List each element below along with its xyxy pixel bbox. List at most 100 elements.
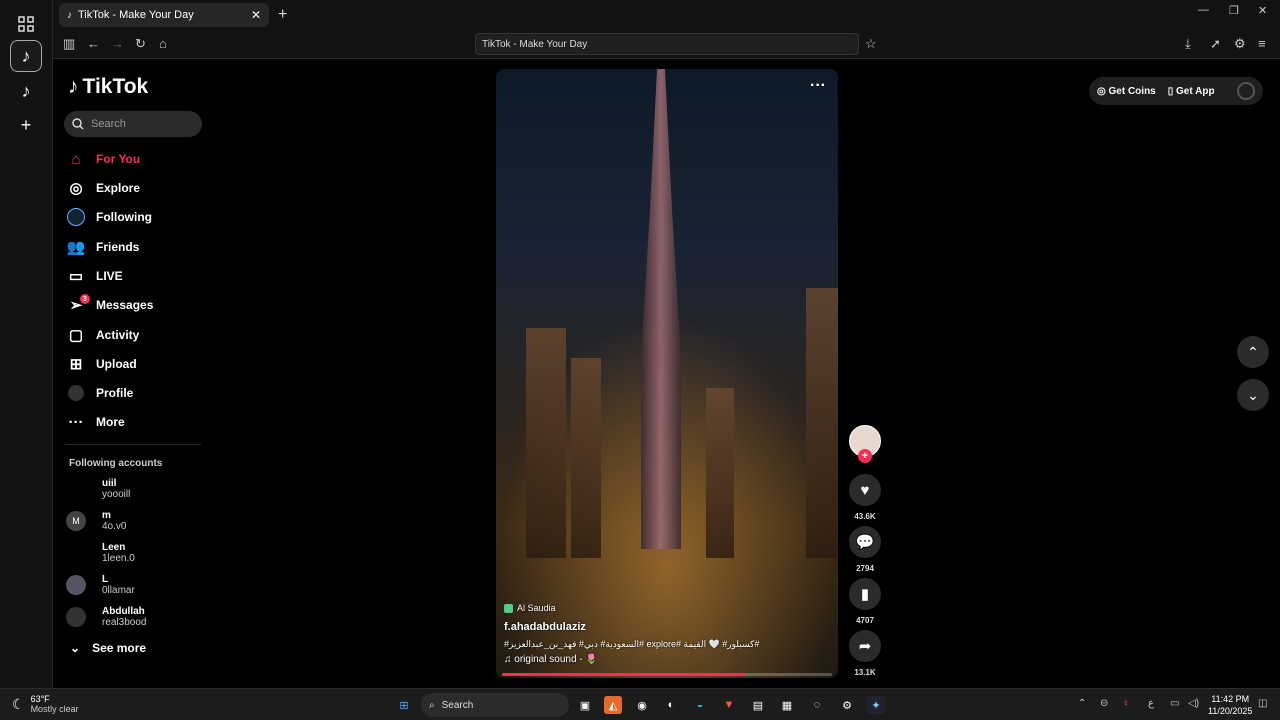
upload-icon: ⊞ — [69, 356, 83, 373]
search-icon — [72, 118, 84, 130]
bookmark-star-icon[interactable]: ☆ — [865, 36, 877, 52]
sidebar-item-explore[interactable]: ◎ Explore — [66, 176, 140, 200]
next-video-button[interactable]: ⌄ — [1237, 379, 1269, 411]
sidebar-item-friends[interactable]: 👥 Friends — [66, 235, 140, 259]
sidebar-toggle-icon[interactable]: ▥ — [63, 36, 75, 52]
sidebar-item-activity[interactable]: ▢ Activity — [66, 323, 139, 347]
maximize-icon[interactable]: ❐ — [1229, 4, 1239, 17]
weather-widget[interactable]: ☾ 63°F Mostly clear — [12, 694, 79, 714]
sidebar-item-live[interactable]: ▭ LIVE — [66, 264, 123, 288]
menu-icon[interactable]: ≡ — [1258, 36, 1266, 51]
close-tab-icon[interactable]: ✕ — [251, 8, 261, 22]
get-app-button[interactable]: ▯ Get App — [1168, 86, 1215, 97]
activity-icon: ▢ — [68, 327, 84, 344]
comment-count: 2794 — [856, 564, 874, 573]
back-icon[interactable]: ← — [87, 36, 100, 51]
notification-icon[interactable]: ◫ — [1258, 698, 1267, 709]
video-player[interactable]: ··· Al Saudia f.ahadabdulaziz #السعودية#… — [496, 69, 838, 678]
sidebar-item-following[interactable]: Following — [66, 205, 152, 229]
previous-video-button[interactable]: ⌃ — [1237, 336, 1269, 368]
taskbar-search[interactable]: ⌕ Search — [421, 693, 569, 717]
windows-start-icon[interactable]: ⊞ — [395, 696, 413, 714]
home-icon: ⌂ — [71, 150, 81, 168]
following-account[interactable]: L 0llamar — [66, 571, 135, 599]
chrome-icon[interactable]: ◉ — [633, 696, 651, 714]
rocket-icon[interactable]: ➚ — [1210, 36, 1221, 52]
like-button[interactable]: ♥ 43.6K — [849, 474, 881, 521]
following-account[interactable]: M m 4o.v0 — [66, 507, 126, 535]
moon-cloud-icon: ☾ — [12, 695, 25, 712]
microphone-icon[interactable]: ♀ — [1122, 698, 1130, 709]
clock[interactable]: 11:42 PM 11/20/2025 — [1208, 693, 1252, 717]
user-avatar[interactable] — [1237, 82, 1255, 100]
search-input[interactable]: Search — [64, 111, 202, 137]
following-account[interactable]: Leen 1leen.0 — [66, 539, 135, 567]
forward-icon[interactable]: → — [111, 36, 124, 51]
comment-icon: 💬 — [849, 526, 881, 558]
sidebar-item-upload[interactable]: ⊞ Upload — [66, 352, 137, 376]
nav-bar: ▥ ← → ↻ ⌂ TikTok - Make Your Day ☆ ⤓ ➚ ⚙… — [53, 29, 1280, 59]
save-button[interactable]: ▮ 4707 — [849, 578, 881, 625]
get-coins-button[interactable]: ◎ Get Coins — [1097, 86, 1156, 97]
settings-icon[interactable]: ⚙ — [838, 696, 856, 714]
following-account[interactable]: uiil yoooill — [66, 475, 130, 503]
following-account[interactable]: Abdullah real3bood — [66, 603, 146, 631]
avatar — [66, 543, 86, 563]
avatar — [66, 479, 86, 499]
app-icon[interactable]: ◭ — [604, 696, 622, 714]
location-tag[interactable]: Al Saudia — [504, 603, 556, 613]
tiktok-logo[interactable]: ♪ TikTok — [68, 75, 148, 99]
messages-badge: 3 — [80, 294, 90, 304]
tab-bar: ♪ TikTok - Make Your Day ✕ + — ❐ ✕ — [53, 0, 1280, 29]
tray-icon[interactable]: ⊝ — [1100, 698, 1108, 709]
discord-icon[interactable]: ◐ — [662, 696, 680, 714]
task-view-icon[interactable]: ▣ — [576, 696, 594, 714]
tiktok-app-icon-2[interactable]: ♪ — [10, 75, 42, 107]
browser-tab[interactable]: ♪ TikTok - Make Your Day ✕ — [59, 3, 269, 27]
follow-plus-icon[interactable]: + — [858, 449, 872, 463]
building — [706, 388, 734, 558]
divider — [66, 444, 201, 445]
sidebar-item-profile[interactable]: Profile — [66, 381, 133, 405]
compass-icon: ◎ — [69, 180, 83, 197]
close-window-icon[interactable]: ✕ — [1258, 4, 1267, 17]
video-hashtags[interactable]: #السعودية# دبي# فهد_بن_عبدالعزيز# explor… — [504, 639, 824, 650]
volume-icon[interactable]: ◁) — [1188, 698, 1199, 709]
video-sound[interactable]: ♫ original sound - 🌷 — [504, 654, 598, 665]
edge-icon[interactable]: ◒ — [691, 696, 709, 714]
comment-button[interactable]: 💬 2794 — [849, 526, 881, 573]
sidebar-item-messages[interactable]: ➢ 3 Messages — [66, 293, 153, 317]
new-tab-icon[interactable]: + — [278, 6, 287, 24]
search-icon: ⌕ — [429, 699, 435, 711]
taskbar: ☾ 63°F Mostly clear ⊞ ⌕ Search ▣ ◭ ◉ ◐ ◒… — [0, 688, 1280, 720]
heart-icon: ♥ — [849, 474, 881, 506]
language-icon[interactable]: ع — [1148, 698, 1154, 709]
app-icon[interactable]: ▦ — [778, 696, 796, 714]
address-bar[interactable]: TikTok - Make Your Day — [475, 33, 859, 55]
browser-app-icon[interactable]: ✦ — [867, 696, 885, 714]
apps-grid-icon[interactable] — [10, 8, 42, 40]
app-icon[interactable]: ◌ — [808, 696, 826, 714]
chevron-down-icon: ⌄ — [70, 641, 81, 655]
download-icon[interactable]: ⤓ — [1185, 36, 1191, 52]
tray-chevron-icon[interactable]: ⌃ — [1078, 698, 1086, 709]
add-app-icon[interactable]: + — [10, 109, 42, 141]
home-icon[interactable]: ⌂ — [159, 36, 167, 51]
network-icon[interactable]: ▭ — [1170, 698, 1179, 709]
minimize-icon[interactable]: — — [1198, 4, 1209, 16]
location-icon — [504, 603, 513, 613]
share-button[interactable]: ➦ 13.1K — [849, 630, 881, 677]
video-username[interactable]: f.ahadabdulaziz — [504, 621, 586, 633]
avatar — [66, 575, 86, 595]
see-more-button[interactable]: ⌄ See more — [70, 641, 146, 655]
brave-icon[interactable]: ▼ — [720, 696, 738, 714]
epic-games-icon[interactable]: ▤ — [749, 696, 767, 714]
reload-icon[interactable]: ↻ — [135, 36, 146, 52]
tiktok-app-icon[interactable]: ♪ — [10, 40, 42, 72]
video-more-icon[interactable]: ··· — [810, 77, 826, 95]
video-progress-bar[interactable] — [502, 673, 832, 676]
sidebar-item-for-you[interactable]: ⌂ For You — [66, 147, 140, 171]
sidebar-item-more[interactable]: ··· More — [66, 410, 125, 434]
settings-gear-icon[interactable]: ⚙ — [1234, 36, 1246, 52]
building — [571, 358, 601, 558]
